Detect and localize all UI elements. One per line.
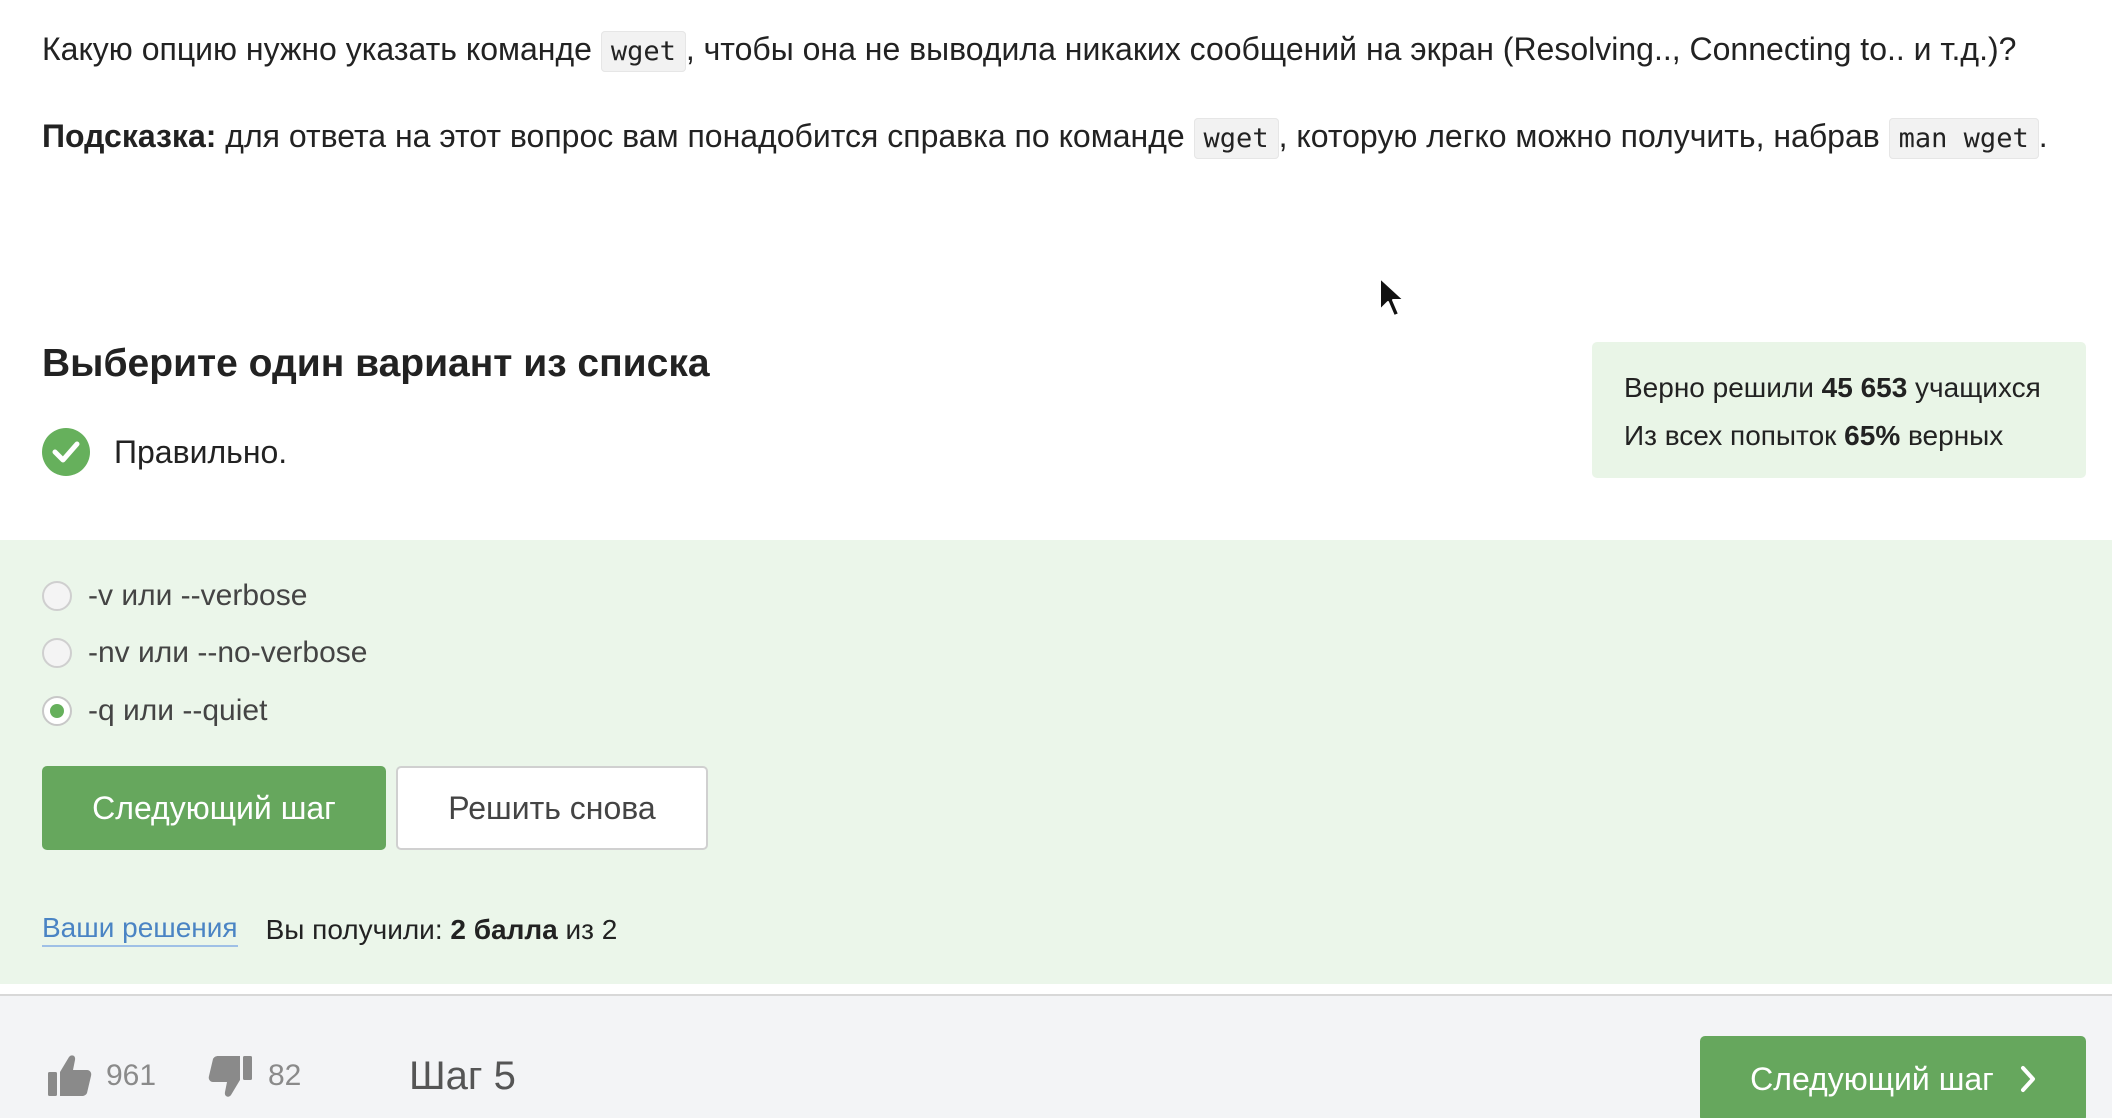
step-label: Шаг 5 — [409, 1054, 516, 1098]
thumbs-down-icon — [208, 1056, 252, 1097]
status-text: Правильно. — [114, 433, 288, 470]
radio-button[interactable] — [42, 581, 72, 611]
option-verbose[interactable]: -v или --verbose — [42, 576, 307, 616]
hint-text-part: . — [2038, 118, 2048, 154]
stats-value: 45 653 — [1821, 372, 1908, 403]
next-step-button[interactable]: Следующий шаг — [42, 766, 386, 850]
step-page: Какую опцию нужно указать команде wget, … — [0, 0, 2112, 1118]
score-suffix: из 2 — [557, 913, 618, 945]
option-no-verbose[interactable]: -nv или --no-verbose — [42, 633, 367, 673]
dislikes-count: 82 — [268, 1059, 302, 1092]
hint-label: Подсказка: — [42, 118, 217, 154]
your-solutions-link[interactable]: Ваши решения — [42, 912, 238, 947]
step-footer: 961 82 Шаг 5 Следующий шаг — [0, 996, 2112, 1118]
result-row: Ваши решения Вы получили: 2 балла из 2 — [42, 912, 617, 947]
thumbs-up-icon — [48, 1055, 92, 1096]
score-prefix: Вы получили: — [265, 913, 451, 945]
footer-next-step-button[interactable]: Следующий шаг — [1700, 1036, 2086, 1118]
score-text: Вы получили: 2 балла из 2 — [266, 914, 618, 946]
stats-text: Верно решили — [1624, 372, 1822, 403]
retry-button[interactable]: Решить снова — [396, 766, 708, 850]
radio-button-selected[interactable] — [42, 696, 72, 726]
dislike-button[interactable]: 82 — [208, 1054, 301, 1098]
choose-title: Выберите один вариант из списка — [42, 342, 710, 385]
check-circle-icon — [42, 428, 90, 476]
question-text-part: Какую опцию нужно указать команде — [42, 31, 601, 67]
inline-code: wget — [1193, 118, 1279, 159]
score-points: 2 балла — [450, 913, 558, 945]
question-text: Какую опцию нужно указать команде wget, … — [42, 24, 2082, 77]
hint-text-part: для ответа на этот вопрос вам понадобитс… — [216, 118, 1194, 154]
chevron-right-icon — [2020, 1065, 2036, 1093]
stats-attempts: Из всех попыток 65% верных — [1624, 412, 2086, 460]
likes-count: 961 — [106, 1059, 157, 1092]
stats-value: 65% — [1844, 420, 1901, 451]
stats-text: Из всех попыток — [1624, 420, 1845, 451]
radio-dot — [50, 704, 64, 718]
inline-code: man wget — [1888, 118, 2039, 159]
option-label: -q или --quiet — [88, 694, 268, 727]
stats-box: Верно решили 45 653 учащихся Из всех поп… — [1592, 342, 2086, 478]
radio-button[interactable] — [42, 638, 72, 668]
option-label: -nv или --no-verbose — [88, 636, 368, 669]
stats-text: учащихся — [1907, 372, 2041, 403]
stats-text: верных — [1900, 420, 2004, 451]
status-row: Правильно. — [42, 428, 287, 476]
hint-text: Подсказка: для ответа на этот вопрос вам… — [42, 111, 2082, 164]
hint-text-part: , которую легко можно получить, набрав — [1278, 118, 1889, 154]
inline-code: wget — [600, 31, 686, 72]
question-text-part: , чтобы она не выводила никаких сообщени… — [685, 31, 2017, 67]
question-block: Какую опцию нужно указать команде wget, … — [42, 24, 2082, 164]
answer-panel: -v или --verbose -nv или --no-verbose -q… — [0, 540, 2112, 984]
option-quiet[interactable]: -q или --quiet — [42, 691, 267, 731]
mouse-cursor-icon — [1378, 276, 1406, 323]
option-label: -v или --verbose — [88, 579, 308, 612]
like-button[interactable]: 961 — [46, 1054, 156, 1098]
stats-solved: Верно решили 45 653 учащихся — [1624, 364, 2086, 412]
footer-next-label: Следующий шаг — [1750, 1060, 1994, 1097]
